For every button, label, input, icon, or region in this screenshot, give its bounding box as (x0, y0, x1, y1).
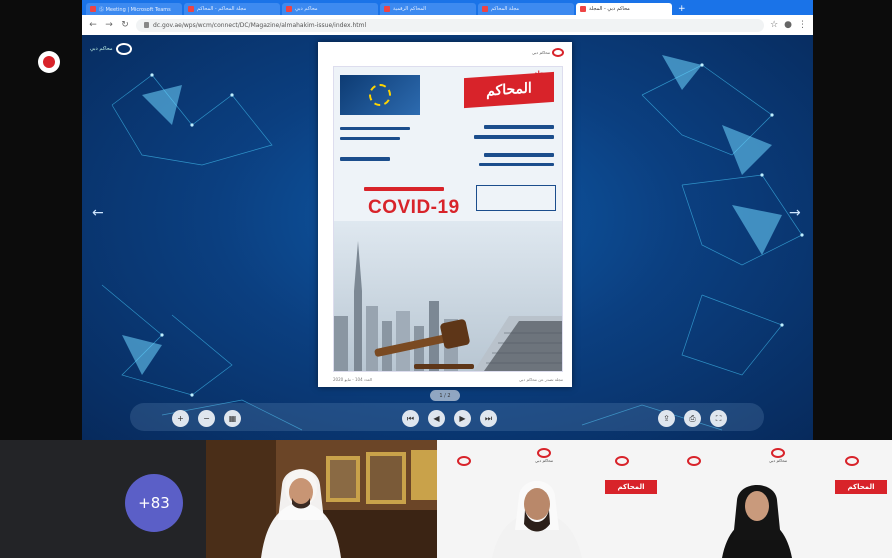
tab-favicon-icon (90, 6, 96, 12)
profile-icon[interactable]: ● (784, 20, 792, 30)
browser-toolbar: ← → ↻ dc.gov.ae/wps/wcm/connect/DC/Magaz… (82, 15, 813, 35)
shared-browser-window: Ⓢ Meeting | Microsoft Teams مجلة المحاكم … (82, 0, 813, 440)
share-button[interactable]: ⇪ (658, 410, 675, 427)
cover-headline: COVID-19 (368, 197, 460, 218)
cover-inset-image (340, 75, 420, 115)
previous-page-arrow-icon[interactable]: ← (92, 205, 104, 221)
zoom-in-icon: + (177, 414, 184, 423)
cover-text-line (364, 187, 444, 191)
magazine-cover: مجلة المحاكم COVID-19 (333, 66, 563, 372)
browser-tab-strip: Ⓢ Meeting | Microsoft Teams مجلة المحاكم … (82, 0, 813, 15)
participant-video-studio[interactable]: محاكم دبي محاكم دبي المحاكم المحاكم (437, 440, 892, 558)
star-icon[interactable]: ☆ (770, 20, 778, 30)
participant-count-badge[interactable]: +83 (125, 474, 183, 532)
magazine-masthead: المحاكم (464, 71, 554, 109)
browser-tab-label: محاكم دبي (295, 6, 318, 12)
cover-text-line (474, 135, 554, 139)
browser-tab-label: Ⓢ Meeting | Microsoft Teams (99, 6, 171, 13)
record-icon (43, 56, 55, 68)
prev-page-button[interactable]: ◀ (428, 410, 445, 427)
meeting-right-panel (813, 0, 892, 440)
browser-tab-label: المحاكم الرقمية (393, 6, 426, 12)
first-page-icon: ⏮ (406, 413, 415, 423)
page-footer-right: مجلة تصدر عن محاكم دبي (518, 377, 563, 382)
next-page-arrow-icon[interactable]: → (789, 205, 801, 221)
prev-page-icon: ◀ (433, 414, 440, 423)
dubai-courts-logo-icon (115, 43, 132, 55)
page-logo-text: محاكم دبي (531, 50, 550, 55)
site-logo[interactable]: محاكم دبي (90, 43, 132, 55)
thumbnails-icon: ▦ (228, 414, 237, 423)
screen: Ⓢ Meeting | Microsoft Teams مجلة المحاكم … (0, 0, 892, 558)
zoom-out-icon: − (203, 414, 210, 423)
zoom-in-button[interactable]: + (172, 410, 189, 427)
dubai-courts-logo-icon (552, 48, 564, 57)
cover-skyline-image (334, 221, 562, 371)
print-icon: ⎙ (689, 413, 696, 423)
tab-favicon-icon (580, 6, 586, 12)
next-page-button[interactable]: ▶ (454, 410, 471, 427)
page-header-logo: محاكم دبي (532, 48, 564, 57)
record-button[interactable] (38, 51, 60, 73)
tab-favicon-icon (384, 6, 390, 12)
office-video-feed (206, 440, 437, 558)
cover-text-box (476, 185, 556, 211)
cover-text-line (340, 157, 390, 161)
browser-tab-label: مجلة المحاكم - المحاكم (197, 6, 247, 12)
magazine-page[interactable]: محاكم دبي مجلة المحاكم (318, 42, 572, 387)
page-number-indicator: 1 / 2 (430, 390, 460, 401)
participant-video-office[interactable] (206, 440, 437, 558)
browser-tab[interactable]: المحاكم الرقمية (380, 3, 476, 15)
forward-icon[interactable]: → (104, 20, 114, 30)
browser-tab-label: مجلة المحاكم (491, 6, 520, 12)
site-logo-text: محاكم دبي (90, 46, 113, 52)
new-tab-button[interactable]: + (674, 3, 690, 15)
lock-icon (144, 22, 149, 28)
menu-icon[interactable]: ⋮ (798, 20, 807, 30)
tab-favicon-icon (188, 6, 194, 12)
tab-favicon-icon (482, 6, 488, 12)
flipbook-viewer: محاكم دبي ← → محاكم دبي مجلة المحاكم (82, 35, 813, 440)
participant-strip: +83 محاكم دبي محاكم دبي المحاكم المحاكم (0, 440, 892, 558)
cover-text-line (484, 153, 554, 157)
thumbnails-button[interactable]: ▦ (224, 410, 241, 427)
browser-tab-label: محاكم دبي - المجلة (589, 6, 630, 12)
page-footer: العدد 104 - مايو 2020 مجلة تصدر عن محاكم… (333, 377, 563, 382)
fullscreen-button[interactable]: ⛶ (710, 410, 727, 427)
browser-tab[interactable]: مجلة المحاكم (478, 3, 574, 15)
share-icon: ⇪ (663, 414, 670, 423)
browser-tab[interactable]: مجلة المحاكم - المحاكم (184, 3, 280, 15)
studio-video-feed (492, 481, 792, 558)
tab-favicon-icon (286, 6, 292, 12)
fullscreen-icon: ⛶ (715, 413, 722, 423)
cover-text-line (479, 163, 554, 166)
browser-tab[interactable]: محاكم دبي - المجلة (576, 3, 672, 15)
cover-text-line (340, 137, 400, 140)
cover-text-line (484, 125, 554, 129)
address-url: dc.gov.ae/wps/wcm/connect/DC/Magazine/al… (153, 21, 367, 29)
last-page-icon: ⏭ (484, 413, 493, 423)
participant-overflow-tile[interactable]: +83 (0, 440, 206, 558)
address-bar[interactable]: dc.gov.ae/wps/wcm/connect/DC/Magazine/al… (136, 18, 765, 32)
print-button[interactable]: ⎙ (684, 410, 701, 427)
browser-tab[interactable]: محاكم دبي (282, 3, 378, 15)
cover-text-line (340, 127, 410, 130)
page-footer-left: العدد 104 - مايو 2020 (333, 377, 373, 382)
reload-icon[interactable]: ↻ (120, 20, 130, 30)
next-page-icon: ▶ (459, 414, 466, 423)
browser-tab[interactable]: Ⓢ Meeting | Microsoft Teams (86, 3, 182, 15)
meeting-left-panel (0, 0, 82, 440)
back-icon[interactable]: ← (88, 20, 98, 30)
last-page-button[interactable]: ⏭ (480, 410, 497, 427)
zoom-out-button[interactable]: − (198, 410, 215, 427)
eu-stars-icon (369, 84, 391, 106)
first-page-button[interactable]: ⏮ (402, 410, 419, 427)
